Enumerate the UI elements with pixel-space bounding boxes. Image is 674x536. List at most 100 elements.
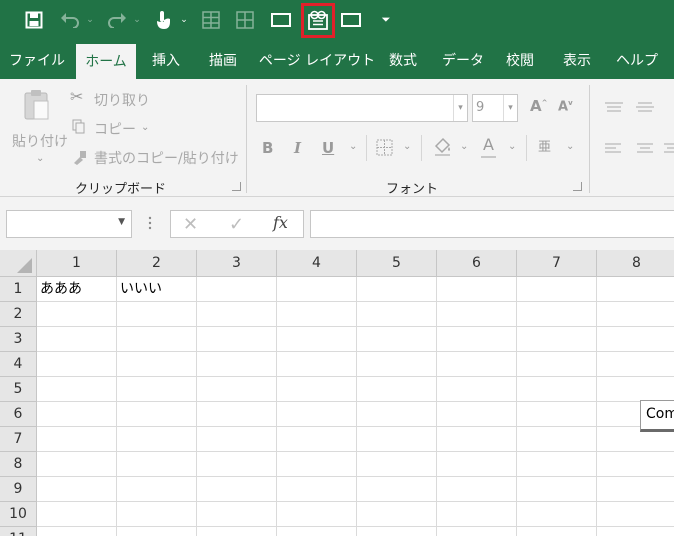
- tab-data[interactable]: データ: [437, 40, 489, 79]
- cell[interactable]: [197, 302, 277, 327]
- underline-dropdown-icon[interactable]: ⌄: [349, 141, 357, 152]
- cell[interactable]: [197, 377, 277, 402]
- cell[interactable]: [277, 402, 357, 427]
- cell[interactable]: [277, 527, 357, 536]
- comment-box[interactable]: Comment: [640, 400, 674, 432]
- align-left-icon[interactable]: [605, 141, 623, 160]
- italic-button[interactable]: I: [294, 139, 301, 157]
- cell[interactable]: [437, 477, 517, 502]
- paste-button[interactable]: 貼り付け: [12, 131, 68, 151]
- cell[interactable]: [117, 377, 197, 402]
- cell[interactable]: [197, 327, 277, 352]
- cell[interactable]: [37, 477, 117, 502]
- copy-button[interactable]: コピー: [94, 119, 136, 139]
- cell[interactable]: [517, 302, 597, 327]
- cell[interactable]: [597, 502, 674, 527]
- cell[interactable]: [37, 327, 117, 352]
- cell[interactable]: [117, 477, 197, 502]
- row-header[interactable]: 10: [0, 502, 37, 527]
- cell[interactable]: [597, 377, 674, 402]
- decrease-font-size-icon[interactable]: Av: [558, 99, 573, 114]
- cell[interactable]: [517, 402, 597, 427]
- cell[interactable]: [357, 427, 437, 452]
- underline-button[interactable]: U: [322, 139, 334, 157]
- paste-dropdown-icon[interactable]: ⌄: [36, 153, 44, 164]
- cell[interactable]: [117, 402, 197, 427]
- cell[interactable]: あああ: [37, 277, 117, 302]
- cell[interactable]: [37, 527, 117, 536]
- tab-insert[interactable]: 挿入: [142, 40, 190, 79]
- row-header[interactable]: 2: [0, 302, 37, 327]
- cell[interactable]: [437, 277, 517, 302]
- tab-file[interactable]: ファイル: [6, 40, 68, 79]
- tab-view[interactable]: 表示: [554, 40, 600, 79]
- cell[interactable]: [117, 327, 197, 352]
- bold-button[interactable]: B: [262, 139, 273, 157]
- cancel-icon[interactable]: ✕: [183, 214, 198, 235]
- font-launcher-icon[interactable]: [573, 182, 582, 191]
- font-name-field[interactable]: ▾: [256, 94, 468, 122]
- cell[interactable]: [117, 527, 197, 536]
- cell[interactable]: [197, 452, 277, 477]
- column-header[interactable]: 3: [197, 250, 277, 277]
- cell[interactable]: [277, 477, 357, 502]
- cell[interactable]: [437, 327, 517, 352]
- cell[interactable]: [517, 327, 597, 352]
- cell[interactable]: [437, 502, 517, 527]
- cell[interactable]: [357, 377, 437, 402]
- cell[interactable]: [277, 277, 357, 302]
- row-header[interactable]: 11: [0, 527, 37, 536]
- clipboard-launcher-icon[interactable]: [232, 182, 241, 191]
- table-grid-icon[interactable]: [233, 8, 257, 32]
- borders-grid-icon[interactable]: [199, 8, 223, 32]
- column-header[interactable]: 7: [517, 250, 597, 277]
- font-color-button[interactable]: A: [483, 135, 494, 154]
- cell[interactable]: [197, 402, 277, 427]
- cell[interactable]: [357, 502, 437, 527]
- cell[interactable]: [117, 427, 197, 452]
- cell[interactable]: [517, 377, 597, 402]
- rectangle-shape-icon-2[interactable]: [339, 8, 363, 32]
- customize-toolbar-icon[interactable]: ⏷: [378, 8, 394, 32]
- cell[interactable]: [357, 402, 437, 427]
- column-header[interactable]: 5: [357, 250, 437, 277]
- cell[interactable]: [437, 402, 517, 427]
- column-header[interactable]: 6: [437, 250, 517, 277]
- fill-color-dropdown-icon[interactable]: ⌄: [460, 141, 468, 152]
- align-middle-icon[interactable]: [636, 99, 654, 118]
- formula-bar-grip-icon[interactable]: [148, 215, 152, 231]
- cell[interactable]: [357, 352, 437, 377]
- cell[interactable]: [37, 377, 117, 402]
- name-box[interactable]: ▼: [6, 210, 132, 238]
- fill-color-icon[interactable]: [433, 137, 453, 161]
- font-size-dropdown-icon[interactable]: ▾: [503, 95, 517, 121]
- cell[interactable]: [37, 452, 117, 477]
- row-header[interactable]: 3: [0, 327, 37, 352]
- cell[interactable]: [517, 527, 597, 536]
- row-header[interactable]: 8: [0, 452, 37, 477]
- cell[interactable]: [357, 452, 437, 477]
- column-header[interactable]: 8: [597, 250, 674, 277]
- cell[interactable]: [357, 477, 437, 502]
- select-all-corner[interactable]: [0, 250, 37, 277]
- row-header[interactable]: 9: [0, 477, 37, 502]
- undo-icon[interactable]: [58, 8, 82, 32]
- cell[interactable]: [597, 352, 674, 377]
- column-header[interactable]: 2: [117, 250, 197, 277]
- column-header[interactable]: 4: [277, 250, 357, 277]
- cell[interactable]: [277, 302, 357, 327]
- column-header[interactable]: 1: [37, 250, 117, 277]
- tab-page-layout[interactable]: ページ レイアウト: [257, 40, 377, 79]
- cell[interactable]: [597, 527, 674, 536]
- cell[interactable]: [37, 302, 117, 327]
- cell[interactable]: [117, 302, 197, 327]
- cell[interactable]: [437, 352, 517, 377]
- row-header[interactable]: 6: [0, 402, 37, 427]
- format-painter-button[interactable]: 書式のコピー/貼り付け: [94, 148, 239, 168]
- cell[interactable]: [197, 477, 277, 502]
- cut-button[interactable]: 切り取り: [94, 90, 150, 110]
- tab-formulas[interactable]: 数式: [380, 40, 426, 79]
- align-top-icon[interactable]: [605, 99, 623, 118]
- cell[interactable]: [357, 302, 437, 327]
- tab-home[interactable]: ホーム: [76, 44, 136, 79]
